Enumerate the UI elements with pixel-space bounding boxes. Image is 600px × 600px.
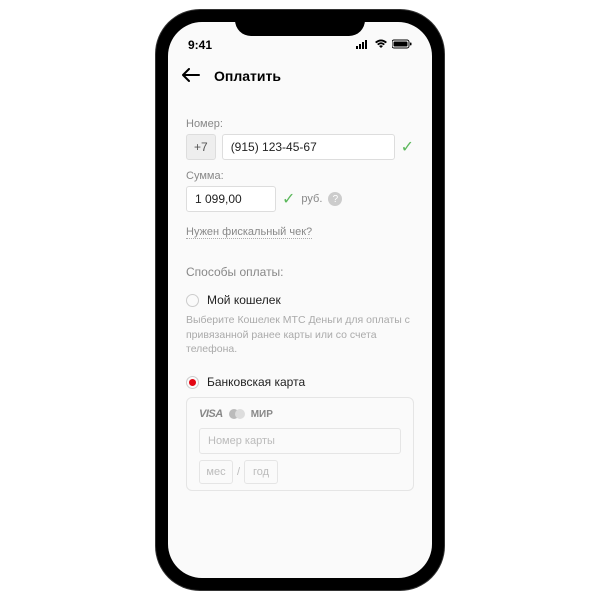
device-notch xyxy=(235,10,365,36)
card-label: Банковская карта xyxy=(207,375,305,389)
radio-checked-icon xyxy=(186,376,199,389)
phone-frame: 9:41 Оплатить Номер: +7 xyxy=(156,10,444,590)
content: Номер: +7 (915) 123-45-67 ✓ Сумма: 1 099… xyxy=(168,94,432,491)
help-icon[interactable]: ? xyxy=(328,192,342,206)
header: Оплатить xyxy=(168,58,432,94)
status-time: 9:41 xyxy=(188,38,212,52)
currency-label: руб. xyxy=(301,193,322,205)
radio-unchecked-icon xyxy=(186,294,199,307)
sum-check-icon: ✓ xyxy=(282,189,295,209)
card-logos: VISA МИР xyxy=(199,408,401,420)
wifi-icon xyxy=(374,38,388,52)
page-title: Оплатить xyxy=(214,68,281,84)
card-option[interactable]: Банковская карта xyxy=(186,375,414,389)
phone-input[interactable]: (915) 123-45-67 xyxy=(222,134,395,160)
visa-logo: VISA xyxy=(199,408,223,420)
card-number-input[interactable]: Номер карты xyxy=(199,428,401,454)
wallet-label: Мой кошелек xyxy=(207,293,281,307)
card-box: VISA МИР Номер карты мес / год xyxy=(186,397,414,491)
screen: 9:41 Оплатить Номер: +7 xyxy=(168,22,432,578)
sum-row: 1 099,00 ✓ руб. ? xyxy=(186,186,414,212)
expiry-separator: / xyxy=(237,466,240,478)
payment-section-title: Способы оплаты: xyxy=(186,265,414,279)
card-year-input[interactable]: год xyxy=(244,460,278,484)
signal-icon xyxy=(356,38,370,52)
wallet-hint: Выберите Кошелек МТС Деньги для оплаты с… xyxy=(186,313,414,357)
sum-input[interactable]: 1 099,00 xyxy=(186,186,276,212)
mastercard-logo xyxy=(229,409,245,419)
phone-prefix: +7 xyxy=(186,134,216,160)
status-indicators xyxy=(356,38,412,52)
number-label: Номер: xyxy=(186,118,414,130)
card-expiry-row: мес / год xyxy=(199,460,401,484)
mir-logo: МИР xyxy=(251,409,273,420)
sum-label: Сумма: xyxy=(186,170,414,182)
card-month-input[interactable]: мес xyxy=(199,460,233,484)
back-icon[interactable] xyxy=(182,66,200,86)
check-icon: ✓ xyxy=(401,137,414,157)
wallet-option[interactable]: Мой кошелек xyxy=(186,293,414,307)
receipt-link[interactable]: Нужен фискальный чек? xyxy=(186,226,312,239)
battery-icon xyxy=(392,38,412,52)
phone-row: +7 (915) 123-45-67 ✓ xyxy=(186,134,414,160)
